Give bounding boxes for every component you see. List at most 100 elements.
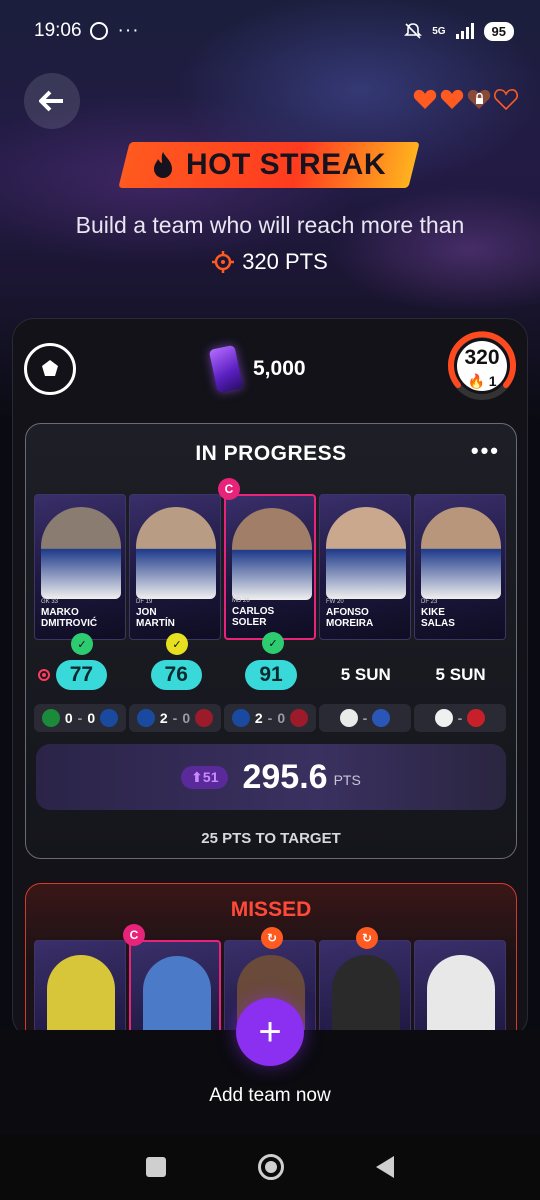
kickoff-day: 5 SUN — [340, 665, 391, 684]
away-crest-icon — [195, 709, 214, 727]
player-name: JON MARTÍN — [136, 607, 175, 629]
target-icon — [212, 251, 235, 273]
page-title: HOT STREAK — [186, 148, 386, 181]
position-badge-icon: ✓ — [262, 632, 284, 654]
away-crest-icon — [467, 709, 486, 727]
away-score: 0 — [277, 710, 286, 726]
points-unit: PTS — [333, 772, 361, 788]
status-icons: 5G 95 — [404, 21, 514, 41]
boost-icon: ↻ — [356, 927, 378, 949]
credits-value: 5,000 — [253, 357, 306, 380]
player-card[interactable]: GK 33 MARKO DMITROVIĆ ✓ — [34, 494, 126, 655]
credits: 5,000 — [208, 344, 306, 394]
battery-indicator: 95 — [483, 21, 514, 41]
challenge-description: Build a team who will reach more than — [75, 212, 465, 238]
match-result[interactable]: 2-0 — [224, 704, 316, 732]
match-result[interactable]: 2-0 — [129, 704, 221, 732]
match-result[interactable]: - — [414, 704, 506, 732]
status-bar: 19:06 ··· 5G 95 — [0, 0, 540, 62]
player-card[interactable]: C MD 26 CARLOS SOLER ✓ — [218, 478, 316, 654]
player-score: 77 — [55, 660, 108, 690]
system-nav-bar — [0, 1134, 540, 1200]
home-crest-icon — [231, 709, 250, 727]
bell-off-icon — [404, 22, 423, 40]
player-name: AFONSO MOREIRA — [326, 607, 374, 629]
home-crest-icon — [136, 709, 155, 727]
crystal-icon — [208, 344, 244, 394]
player-cards: GK 33 MARKO DMITROVIĆ ✓ DF 19 JON MARTÍN ✓ C MD 2… — [34, 478, 508, 655]
whatsapp-icon — [89, 22, 108, 40]
home-crest-icon — [339, 709, 358, 727]
player-card[interactable] — [34, 940, 126, 1037]
player-photo — [421, 507, 501, 599]
signal-icon — [455, 23, 474, 39]
add-team-label[interactable]: Add team now — [0, 1085, 540, 1107]
heart-empty-icon — [494, 89, 518, 110]
arrow-left-icon — [39, 90, 63, 112]
match-separator: - — [362, 710, 368, 726]
heart-full-icon — [440, 89, 464, 109]
score-slot: 5 SUN — [413, 660, 508, 690]
away-score: 0 — [182, 710, 191, 726]
back-button[interactable] — [24, 73, 80, 129]
match-result[interactable]: - — [319, 704, 411, 732]
player-meta: DF 23 — [421, 599, 438, 605]
network-type: 5G — [432, 25, 446, 37]
missed-status: MISSED — [230, 898, 312, 921]
captain-icon: C — [123, 924, 145, 946]
away-crest-icon — [290, 709, 309, 727]
heart-full-icon — [413, 89, 437, 109]
match-result[interactable]: 0-0 — [34, 704, 126, 732]
player-meta: FW 20 — [326, 599, 344, 605]
player-scores: 77 76 91 5 SUN 5 SUN — [34, 660, 508, 690]
points-to-target: 25 PTS TO TARGET — [201, 830, 341, 847]
target-value: 320 PTS — [242, 249, 328, 274]
player-name: KIKE SALAS — [421, 607, 455, 629]
boost-icon: ↻ — [261, 927, 283, 949]
captain-icon: C — [218, 478, 240, 500]
home-button[interactable] — [258, 1154, 284, 1180]
teams-panel: 5,000 320 🔥 1 IN PROGRESS ••• GK 33 MARKO… — [12, 318, 528, 1038]
more-notifications-icon: ··· — [117, 20, 140, 41]
add-team-button[interactable]: + — [236, 998, 304, 1066]
position-badge-icon: ✓ — [71, 633, 93, 655]
kickoff-day: 5 SUN — [435, 665, 486, 684]
player-card[interactable]: C — [123, 924, 221, 1037]
player-card[interactable]: ↻ — [319, 927, 411, 1037]
clock: 19:06 — [34, 20, 82, 41]
target-gauge: 320 🔥 1 — [445, 329, 519, 403]
team-points-bar: ⬆51 295.6 PTS — [36, 744, 506, 810]
position-badge-icon: ✓ — [166, 633, 188, 655]
match-results: 0-02-02-0-- — [34, 704, 508, 732]
home-score: 2 — [159, 710, 168, 726]
away-crest-icon — [100, 709, 119, 727]
player-meta: MD 26 — [232, 598, 250, 604]
away-score: 0 — [87, 710, 96, 726]
player-name: MARKO DMITROVIĆ — [41, 607, 98, 629]
recents-button[interactable] — [146, 1157, 166, 1177]
player-name: CARLOS SOLER — [232, 606, 275, 628]
panel-header: 5,000 320 🔥 1 — [13, 319, 527, 419]
match-separator: - — [457, 710, 463, 726]
rules-button[interactable] — [24, 343, 76, 395]
player-card[interactable]: DF 19 JON MARTÍN ✓ — [129, 494, 221, 655]
away-crest-icon — [372, 709, 391, 727]
player-card[interactable]: DF 23 KIKE SALAS — [414, 494, 506, 640]
score-slot: 77 — [34, 660, 129, 690]
player-photo — [326, 507, 406, 599]
target-points: 320 PTS — [0, 249, 540, 275]
heart-locked-icon — [467, 89, 491, 109]
player-photo — [232, 508, 312, 600]
player-meta: GK 33 — [41, 599, 59, 605]
player-photo — [41, 507, 121, 599]
flame-icon — [154, 152, 172, 178]
player-card[interactable] — [414, 940, 506, 1037]
back-nav-button[interactable] — [376, 1156, 394, 1178]
lives-indicator — [413, 88, 518, 110]
player-score: 91 — [245, 660, 297, 690]
gauge-value: 320 — [464, 346, 500, 369]
player-card[interactable]: FW 20 AFONSO MOREIRA — [319, 494, 411, 640]
player-photo — [136, 507, 216, 599]
more-options-button[interactable]: ••• — [471, 438, 500, 464]
team-card-in-progress[interactable]: IN PROGRESS ••• GK 33 MARKO DMITROVIĆ ✓ DF 1… — [25, 423, 517, 859]
